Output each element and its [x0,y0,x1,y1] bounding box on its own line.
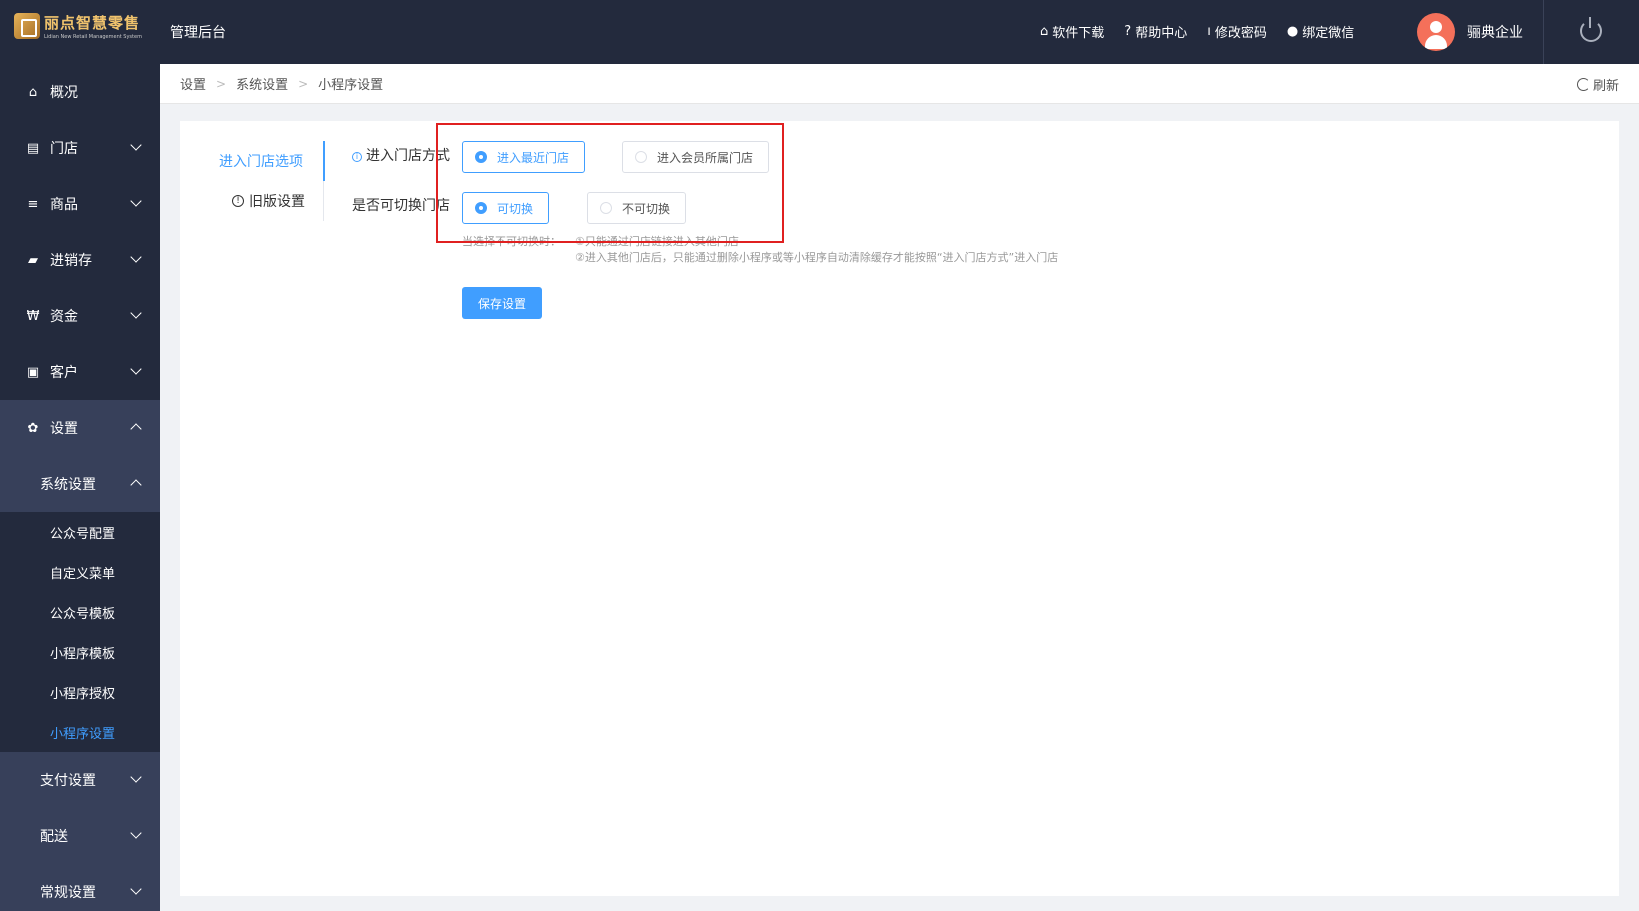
sidebar-item-store[interactable]: ▤ 门店 [0,120,160,176]
save-settings-button[interactable]: 保存设置 [462,287,542,319]
store-icon: ⌂ [1040,24,1049,39]
info-icon: ! [232,195,244,207]
sidebar-item-inventory[interactable]: ▰ 进销存 [0,232,160,288]
wechat-icon: ● [1286,24,1299,39]
idcard-icon: ▣ [26,364,40,380]
tab-label: 旧版设置 [249,194,305,210]
breadcrumb: 设置 > 系统设置 > 小程序设置 [180,74,384,94]
sidebar-item-miniapp-settings[interactable]: 小程序设置 [0,712,160,752]
sidebar-item-label: 系统设置 [40,477,96,493]
bind-wechat-link[interactable]: ● 绑定微信 [1287,22,1354,41]
gear-icon: ✿ [27,420,39,436]
chevron-up-icon [130,479,142,491]
refresh-icon [1576,78,1590,91]
tab-label: 进入门店选项 [219,154,303,170]
chevron-down-icon [130,139,142,151]
sidebar-item-payment-settings[interactable]: 支付设置 [0,752,160,808]
sidebar-item-label: 常规设置 [40,885,96,901]
divider [1543,0,1544,64]
sidebar-item-system-settings[interactable]: 系统设置 [0,456,160,512]
help-label: 帮助中心 [1135,26,1188,41]
company-name[interactable]: 骊典企业 [1467,22,1523,42]
sidebar-item-label: 客户 [50,365,78,381]
sidebar-item-label: 资金 [50,309,78,325]
won-icon: ₩ [26,308,40,324]
sidebar-item-miniapp-auth[interactable]: 小程序授权 [0,672,160,712]
sidebar-item-label: 商品 [50,197,78,213]
sidebar-item-label: 概况 [50,85,78,101]
logo-icon [14,13,40,39]
logo-title: 丽点智慧零售 [44,14,141,32]
top-bar: 丽点智慧零售 Lidian New Retail Management Syst… [0,0,1639,64]
settings-panel: 进入门店选项 ! 旧版设置 i 进入门店方式 进入最近门店 进入会员所属门店 是否… [180,121,1619,896]
logo-subtitle: Lidian New Retail Management System [44,34,142,40]
help-link[interactable]: ? 帮助中心 [1124,22,1187,41]
sidebar-item-goods[interactable]: ≡ 商品 [0,176,160,232]
refresh-button[interactable]: 刷新 [1576,75,1619,94]
thermometer-icon: ı [1207,24,1211,39]
sidebar-item-label: 配送 [40,829,68,845]
chevron-down-icon [130,251,142,263]
help-icon: ? [1124,24,1132,39]
breadcrumb-item: 小程序设置 [318,78,384,93]
sidebar-item-official-account-template[interactable]: 公众号模板 [0,592,160,632]
sidebar-item-overview[interactable]: ⌂ 概况 [0,64,160,120]
sidebar-item-general-settings[interactable]: 常规设置 [0,864,160,911]
bind-wechat-label: 绑定微信 [1302,26,1355,41]
sidebar-item-delivery[interactable]: 配送 [0,808,160,864]
sidebar: ⌂ 概况 ▤ 门店 ≡ 商品 ▰ 进销存 ₩ 资金 ▣ 客户 ✿ 设置 系统设置… [0,64,160,911]
change-password-label: 修改密码 [1214,26,1267,41]
sidebar-item-label: 门店 [50,141,78,157]
sidebar-item-label: 进销存 [50,253,92,269]
download-label: 软件下载 [1052,26,1105,41]
breadcrumb-item[interactable]: 设置 [180,74,206,93]
avatar[interactable] [1417,13,1455,51]
annotation-highlight-box [436,123,784,243]
chevron-down-icon [130,307,142,319]
chevron-down-icon [130,195,142,207]
hint-line-2: ②进入其他门店后，只能通过删除小程序或等小程序自动清除缓存才能按照“进入门店方式… [575,251,1059,264]
system-title: 管理后台 [170,25,226,41]
refresh-label: 刷新 [1592,79,1619,94]
sidebar-item-label: 支付设置 [40,773,96,789]
store-icon: ▤ [26,140,40,156]
sidebar-item-custom-menu[interactable]: 自定义菜单 [0,552,160,592]
top-links: ⌂ 软件下载 ? 帮助中心 ı 修改密码 ● 绑定微信 [1040,22,1354,41]
logo[interactable]: 丽点智慧零售 Lidian New Retail Management Syst… [14,12,142,40]
chevron-down-icon [130,883,142,895]
chevron-right-icon: > [298,76,309,91]
settings-tabs: 进入门店选项 ! 旧版设置 [180,141,325,221]
divider [323,181,324,221]
tab-legacy-settings[interactable]: ! 旧版设置 [180,181,325,221]
breadcrumb-bar: 设置 > 系统设置 > 小程序设置 刷新 [160,64,1639,104]
tab-store-entry[interactable]: 进入门店选项 [180,141,325,181]
power-icon[interactable] [1580,17,1602,42]
list-icon: ≡ [27,196,39,212]
info-icon: i [352,152,362,162]
download-link[interactable]: ⌂ 软件下载 [1040,22,1104,41]
chevron-down-icon [130,827,142,839]
sidebar-item-funds[interactable]: ₩ 资金 [0,288,160,344]
sidebar-item-official-account-config[interactable]: 公众号配置 [0,512,160,552]
chevron-right-icon: > [216,76,227,91]
sidebar-item-label: 设置 [50,421,78,437]
breadcrumb-item[interactable]: 系统设置 [236,74,288,93]
chevron-down-icon [130,771,142,783]
chevron-up-icon [130,423,142,435]
chevron-down-icon [130,363,142,375]
truck-icon: ▰ [28,252,38,268]
sidebar-item-customer[interactable]: ▣ 客户 [0,344,160,400]
home-icon: ⌂ [28,84,38,100]
sidebar-item-miniapp-template[interactable]: 小程序模板 [0,632,160,672]
change-password-link[interactable]: ı 修改密码 [1207,22,1267,41]
sidebar-item-settings[interactable]: ✿ 设置 [0,400,160,456]
